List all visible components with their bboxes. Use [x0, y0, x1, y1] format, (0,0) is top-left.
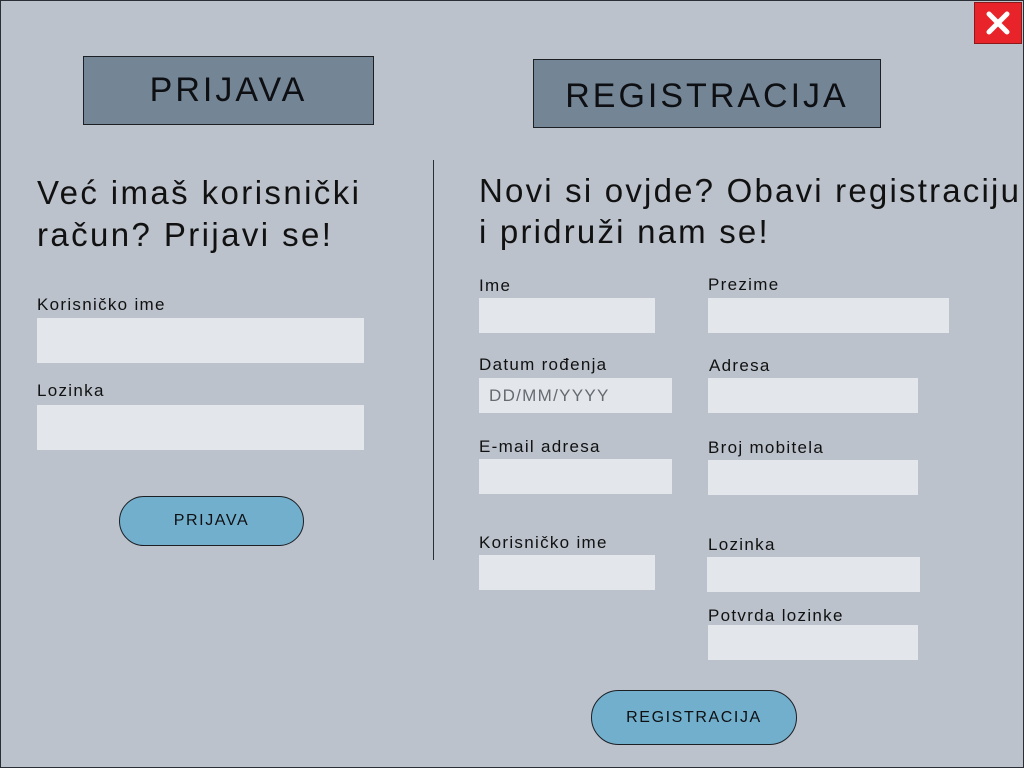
last-name-label: Prezime: [708, 275, 780, 294]
first-name-input[interactable]: [479, 298, 655, 333]
address-label: Adresa: [709, 356, 771, 375]
email-input[interactable]: [479, 459, 672, 494]
login-button[interactable]: PRIJAVA: [119, 496, 304, 546]
login-password-label: Lozinka: [37, 381, 105, 400]
birth-date-input[interactable]: [479, 378, 672, 413]
phone-input[interactable]: [708, 460, 918, 495]
register-password-input[interactable]: [707, 557, 920, 592]
login-password-input[interactable]: [37, 405, 364, 450]
close-icon: [986, 11, 1010, 35]
register-username-input[interactable]: [479, 555, 655, 590]
phone-label: Broj mobitela: [708, 438, 825, 457]
register-button[interactable]: REGISTRACIJA: [591, 690, 797, 745]
tab-login[interactable]: PRIJAVA: [83, 56, 374, 125]
register-heading: Novi si ovjde? Obavi registraciju i prid…: [479, 172, 1022, 250]
address-input[interactable]: [708, 378, 918, 413]
tab-register[interactable]: REGISTRACIJA: [533, 59, 881, 128]
close-button[interactable]: [974, 2, 1022, 44]
last-name-input[interactable]: [708, 298, 949, 333]
register-username-label: Korisničko ime: [479, 533, 608, 552]
email-label: E-mail adresa: [479, 437, 601, 456]
section-divider: [433, 160, 434, 560]
first-name-label: Ime: [479, 276, 512, 295]
birth-date-label: Datum rođenja: [479, 355, 608, 374]
login-username-label: Korisničko ime: [37, 295, 166, 314]
login-username-input[interactable]: [37, 318, 364, 363]
register-password-label: Lozinka: [708, 535, 776, 554]
confirm-password-input[interactable]: [708, 625, 918, 660]
login-heading: Već imaš korisnički račun? Prijavi se!: [37, 174, 362, 253]
confirm-password-label: Potvrda lozinke: [708, 606, 844, 625]
